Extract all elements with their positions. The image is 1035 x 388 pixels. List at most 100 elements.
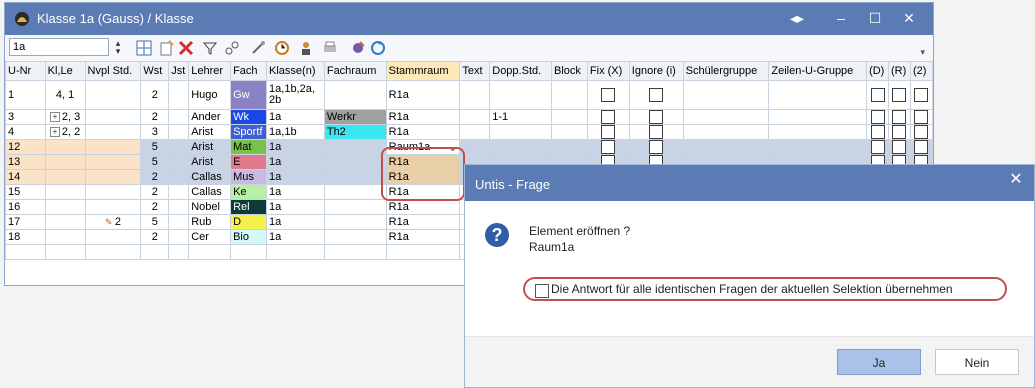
cell-jst[interactable] <box>168 229 190 245</box>
cell-jst[interactable] <box>168 139 190 155</box>
cell-zeilen-u-gruppe[interactable] <box>768 109 868 125</box>
cell-zeilen-u-gruppe[interactable] <box>768 80 868 110</box>
col-header[interactable]: Jst <box>168 61 190 81</box>
table-row[interactable]: 4 +2, 2 3 Arist Sportf 1a,1b Th2 R1a <box>5 124 933 140</box>
2-checkbox[interactable] <box>914 88 929 102</box>
close-button[interactable]: ✕ <box>887 3 931 35</box>
fix-checkbox[interactable] <box>601 140 616 154</box>
cell-stammraum[interactable]: R1a <box>385 214 461 230</box>
refresh-icon[interactable] <box>369 39 387 57</box>
cell-2[interactable] <box>909 139 933 155</box>
fix-checkbox[interactable] <box>601 125 616 139</box>
cell-lehrer[interactable]: Arist <box>188 154 232 170</box>
class-selector[interactable]: 1a <box>9 38 109 56</box>
ignore-checkbox[interactable] <box>649 140 664 154</box>
cell-fach[interactable]: Mus <box>230 169 268 185</box>
link-icon[interactable] <box>223 39 241 57</box>
yes-button[interactable]: Ja <box>837 349 921 375</box>
col-header[interactable]: Schülergruppe <box>682 61 770 81</box>
cell-kl-le[interactable] <box>44 169 86 185</box>
cell-lehrer[interactable]: Rub <box>188 214 232 230</box>
cell-2[interactable] <box>909 80 933 110</box>
cell-klassen[interactable]: 1a <box>266 229 325 245</box>
cell-d[interactable] <box>866 124 890 140</box>
toolbar-overflow-icon[interactable]: ▾ <box>920 47 925 58</box>
cell-unr[interactable]: 1 <box>5 80 46 110</box>
cell-ignore[interactable] <box>628 80 684 110</box>
cell-stammraum[interactable]: R1a <box>385 199 461 215</box>
cell-jst[interactable] <box>168 154 190 170</box>
cell-ignore[interactable] <box>628 109 684 125</box>
cell-klassen[interactable]: 1a <box>266 139 325 155</box>
cell-2[interactable] <box>909 124 933 140</box>
cell-fix[interactable] <box>586 109 630 125</box>
col-header[interactable]: Block <box>551 61 588 81</box>
cell-nvpl[interactable] <box>84 229 142 245</box>
cell-fachraum[interactable] <box>323 169 387 185</box>
cell-nvpl[interactable] <box>84 109 142 125</box>
2-checkbox[interactable] <box>914 125 929 139</box>
cell-wst[interactable]: 2 <box>140 109 170 125</box>
cell-nvpl[interactable] <box>84 80 142 110</box>
col-header[interactable]: Fach <box>230 61 268 81</box>
col-header[interactable]: (D) <box>866 61 890 81</box>
cell-fix[interactable] <box>586 124 630 140</box>
cell-wst[interactable]: 2 <box>140 199 170 215</box>
d-checkbox[interactable] <box>870 110 885 124</box>
cell-klassen[interactable]: 1a <box>266 214 325 230</box>
cell-unr[interactable]: 13 <box>5 154 46 170</box>
settings-icon[interactable] <box>349 39 367 57</box>
cell-kl-le[interactable] <box>44 199 86 215</box>
cell-jst[interactable] <box>168 199 190 215</box>
cell-zeilen-u-gruppe[interactable] <box>768 139 868 155</box>
delete-icon[interactable] <box>177 39 195 57</box>
cell-fachraum[interactable] <box>323 154 387 170</box>
filter-icon[interactable] <box>201 39 219 57</box>
table-row[interactable]: 3 +2, 3 2 Ander Wk 1a Werkr R1a 1-1 <box>5 109 933 125</box>
cell-unr[interactable]: 14 <box>5 169 46 185</box>
cell-r[interactable] <box>888 80 911 110</box>
cell-fach[interactable]: Sportf <box>230 124 268 140</box>
ignore-checkbox[interactable] <box>649 125 664 139</box>
apply-all-checkbox-row[interactable]: Die Antwort für alle identischen Fragen … <box>523 277 1007 301</box>
cell-fix[interactable] <box>586 80 630 110</box>
cell-klassen[interactable]: 1a <box>266 154 325 170</box>
cell-kl-le[interactable]: 4, 1 <box>44 80 86 110</box>
expand-icon[interactable]: + <box>49 112 60 123</box>
cell-jst[interactable] <box>168 169 190 185</box>
cell-text[interactable] <box>459 124 491 140</box>
r-checkbox[interactable] <box>892 110 907 124</box>
cell-dopp[interactable] <box>489 124 553 140</box>
cell-unr[interactable]: 18 <box>5 229 46 245</box>
cell-r[interactable] <box>888 109 911 125</box>
cell-stammraum[interactable]: R1a <box>385 124 461 140</box>
cell-fach[interactable]: Mat <box>230 139 268 155</box>
cell-kl-le[interactable]: +2, 3 <box>44 109 86 125</box>
cell-unr[interactable]: 16 <box>5 199 46 215</box>
cell-lehrer[interactable]: Hugo <box>188 80 232 110</box>
cell-ignore[interactable] <box>628 139 684 155</box>
cell-unr[interactable]: 15 <box>5 184 46 200</box>
cell-fix[interactable] <box>586 139 630 155</box>
cell-fachraum[interactable] <box>323 229 387 245</box>
ignore-checkbox[interactable] <box>649 88 664 102</box>
cell-kl-le[interactable] <box>44 229 86 245</box>
cell-dopp[interactable]: 1-1 <box>489 109 553 125</box>
cell-wst[interactable]: 2 <box>140 184 170 200</box>
cell-schuelergruppe[interactable] <box>682 124 770 140</box>
col-header[interactable]: Nvpl Std. <box>84 61 142 81</box>
cell-fach[interactable]: Rel <box>230 199 268 215</box>
cell-klassen[interactable]: 1a,1b <box>266 124 325 140</box>
cell-unr[interactable]: 3 <box>5 109 46 125</box>
cell-block[interactable] <box>551 124 588 140</box>
ignore-checkbox[interactable] <box>649 110 664 124</box>
col-header[interactable]: Fix (X) <box>586 61 630 81</box>
cell-unr[interactable]: 17 <box>5 214 46 230</box>
cell-lehrer[interactable]: Arist <box>188 139 232 155</box>
cell-fach[interactable]: Wk <box>230 109 268 125</box>
cell-nvpl[interactable] <box>84 169 142 185</box>
cell-stammraum[interactable]: R1a <box>385 229 461 245</box>
cell-ignore[interactable] <box>628 124 684 140</box>
cell-text[interactable] <box>459 80 491 110</box>
cell-wst[interactable]: 5 <box>140 154 170 170</box>
